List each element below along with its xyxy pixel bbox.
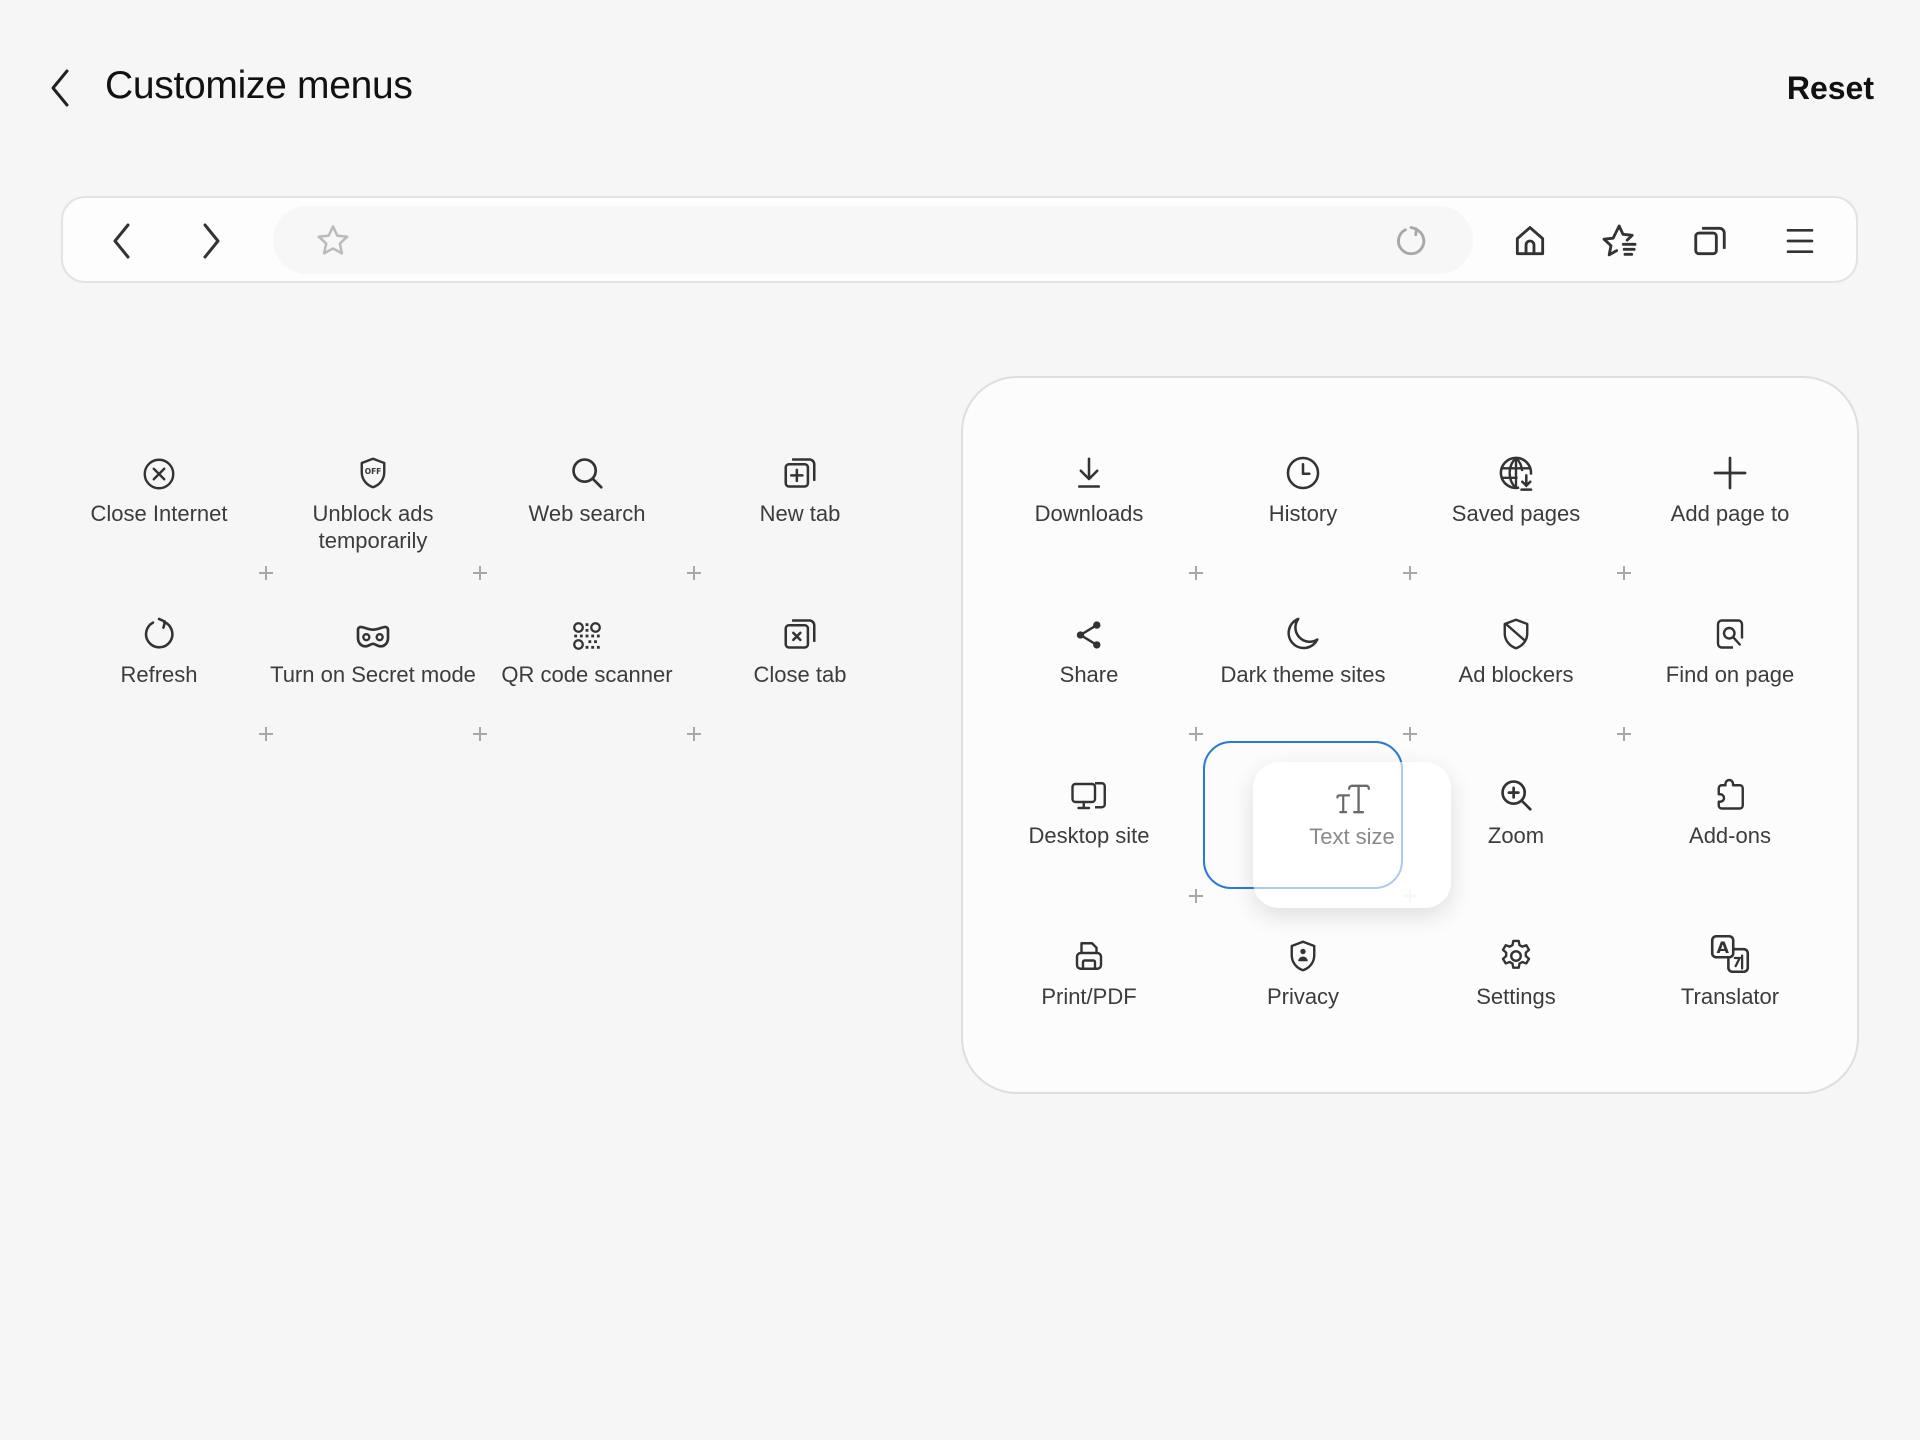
item-label: Ad blockers	[1458, 662, 1574, 687]
drop-slot-plus-icon	[259, 566, 273, 580]
ad-block-shield-icon	[1498, 615, 1534, 653]
item-label: Dark theme sites	[1220, 662, 1386, 687]
find-on-page-icon	[1712, 615, 1748, 653]
menu-item-privacy[interactable]: Privacy	[1196, 923, 1410, 1010]
item-label: Saved pages	[1451, 501, 1581, 526]
item-label: Close Internet	[90, 501, 228, 526]
menu-item-add-page-to[interactable]: Add page to	[1623, 440, 1837, 527]
new-tab-icon	[781, 454, 819, 492]
svg-text:OFF: OFF	[365, 467, 382, 476]
drop-slot-plus-icon	[473, 566, 487, 580]
drop-slot-plus-icon	[1189, 727, 1203, 741]
zoom-in-icon	[1497, 776, 1535, 814]
item-label: Turn on Secret mode	[270, 662, 476, 687]
printer-icon	[1071, 937, 1107, 975]
close-circle-icon	[141, 456, 177, 492]
gear-icon	[1497, 937, 1535, 975]
chevron-left-icon	[49, 68, 71, 108]
item-label: Find on page	[1665, 662, 1795, 687]
share-icon	[1072, 617, 1106, 653]
secret-mask-icon	[353, 623, 393, 653]
item-label: New tab	[759, 501, 841, 526]
available-item-close-tab[interactable]: Close tab	[693, 601, 907, 688]
drop-slot-plus-icon	[1189, 566, 1203, 580]
available-item-new-tab[interactable]: New tab	[693, 440, 907, 527]
globe-download-icon	[1497, 454, 1535, 492]
drop-slot-plus-icon	[1403, 727, 1417, 741]
translate-icon: A	[1709, 933, 1751, 975]
menu-item-settings[interactable]: Settings	[1409, 923, 1623, 1010]
item-label: QR code scanner	[501, 662, 673, 687]
item-label: Downloads	[1034, 501, 1144, 526]
dragging-item-text-size[interactable]: Text size	[1253, 782, 1451, 850]
clock-icon	[1284, 454, 1322, 492]
menu-item-share[interactable]: Share	[982, 601, 1196, 688]
svg-text:A: A	[1716, 938, 1729, 957]
drop-slot-plus-icon	[259, 727, 273, 741]
bookmark-star-icon[interactable]	[308, 216, 358, 266]
moon-icon	[1284, 615, 1322, 653]
page-title: Customize menus	[105, 64, 413, 107]
menu-item-ad-blockers[interactable]: Ad blockers	[1409, 601, 1623, 688]
available-item-secret-mode[interactable]: Turn on Secret mode	[266, 601, 480, 688]
close-tab-icon	[781, 615, 819, 653]
menu-item-downloads[interactable]: Downloads	[982, 440, 1196, 527]
desktop-icon	[1069, 778, 1109, 814]
available-item-web-search[interactable]: Web search	[480, 440, 694, 527]
item-label: Unblock ads temporarily	[312, 501, 434, 553]
drop-slot-plus-icon	[1189, 889, 1203, 903]
drop-slot-plus-icon	[1617, 566, 1631, 580]
menu-item-desktop-site[interactable]: Desktop site	[982, 762, 1196, 849]
drop-slot-plus-icon	[687, 727, 701, 741]
qr-code-icon	[570, 619, 604, 653]
available-item-unblock-ads[interactable]: OFF Unblock ads temporarily	[266, 440, 480, 554]
plus-icon	[1711, 454, 1749, 492]
menu-item-dark-theme[interactable]: Dark theme sites	[1196, 601, 1410, 688]
back-arrow-icon[interactable]	[96, 216, 146, 266]
reset-button[interactable]: Reset	[1787, 70, 1874, 107]
menu-item-find-on-page[interactable]: Find on page	[1623, 601, 1837, 688]
item-label: Text size	[1309, 824, 1395, 849]
item-label: Web search	[528, 501, 646, 526]
reload-icon[interactable]	[1386, 216, 1436, 266]
bookmarks-list-icon[interactable]	[1595, 216, 1645, 266]
refresh-icon	[140, 615, 178, 653]
privacy-shield-icon	[1285, 937, 1321, 975]
item-label: History	[1268, 501, 1338, 526]
text-size-icon	[1333, 782, 1371, 816]
tabs-icon[interactable]	[1685, 216, 1735, 266]
menu-item-print-pdf[interactable]: Print/PDF	[982, 923, 1196, 1010]
puzzle-icon	[1712, 776, 1748, 814]
item-label: Settings	[1476, 984, 1556, 1009]
menu-item-history[interactable]: History	[1196, 440, 1410, 527]
back-button[interactable]	[40, 66, 80, 110]
item-label: Print/PDF	[1041, 984, 1137, 1009]
menu-item-add-ons[interactable]: Add-ons	[1623, 762, 1837, 849]
item-label: Share	[1059, 662, 1119, 687]
drop-slot-plus-icon	[687, 566, 701, 580]
search-icon	[568, 454, 606, 492]
drop-slot-plus-icon	[1617, 727, 1631, 741]
menu-item-saved-pages[interactable]: Saved pages	[1409, 440, 1623, 527]
available-item-close-internet[interactable]: Close Internet	[52, 440, 266, 527]
item-label: Translator	[1680, 984, 1780, 1009]
forward-arrow-icon[interactable]	[187, 216, 237, 266]
url-bar[interactable]	[273, 206, 1473, 274]
shield-off-icon: OFF	[355, 454, 391, 492]
menu-item-translator[interactable]: A Translator	[1623, 923, 1837, 1010]
menu-icon[interactable]	[1775, 216, 1825, 266]
drop-slot-plus-icon	[473, 727, 487, 741]
download-icon	[1071, 454, 1107, 492]
drop-slot-plus-icon	[1403, 566, 1417, 580]
available-item-refresh[interactable]: Refresh	[52, 601, 266, 688]
item-label: Close tab	[753, 662, 847, 687]
item-label: Add page to	[1670, 501, 1790, 526]
toolbar-preview	[61, 196, 1858, 283]
item-label: Desktop site	[1028, 823, 1150, 848]
available-item-qr-scanner[interactable]: QR code scanner	[480, 601, 694, 688]
item-label: Refresh	[120, 662, 198, 687]
item-label: Add-ons	[1689, 823, 1771, 848]
home-icon[interactable]	[1505, 216, 1555, 266]
item-label: Privacy	[1266, 984, 1340, 1009]
